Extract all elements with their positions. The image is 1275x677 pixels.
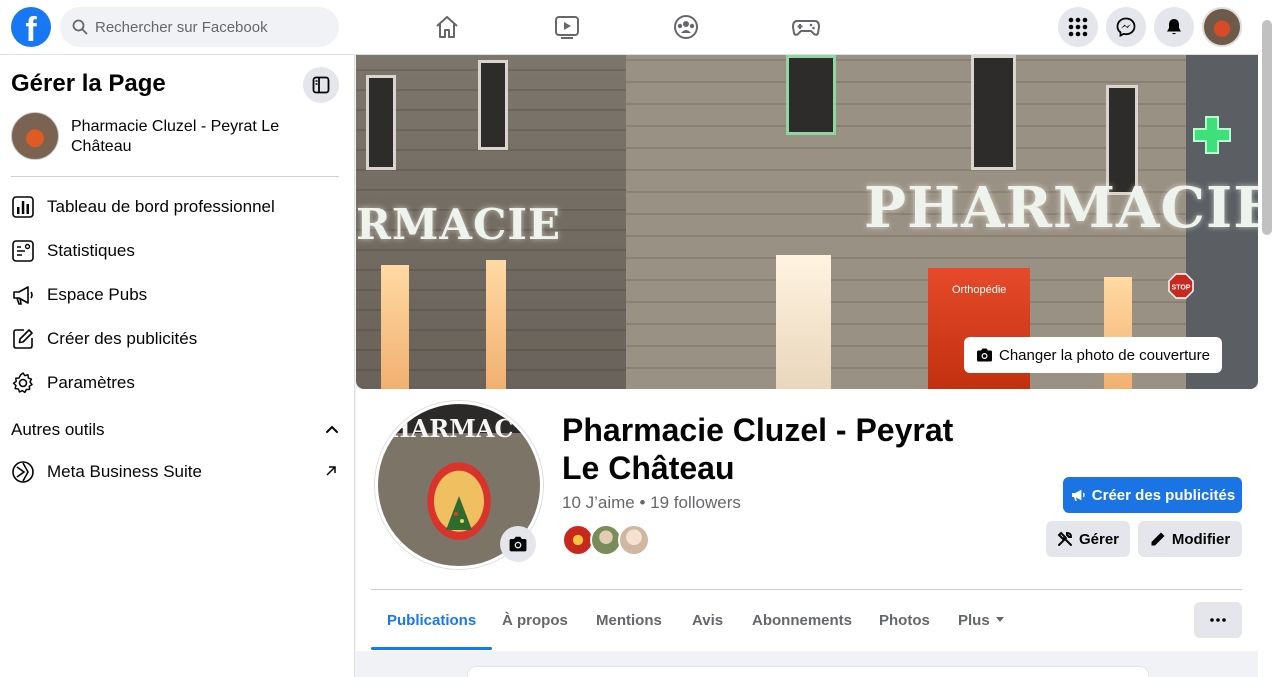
sidebar-item-creer-publicites[interactable]: Créer des publicités [11, 319, 339, 359]
sidebar-item-parametres[interactable]: Paramètres [11, 363, 339, 403]
sidebar-item-meta-business-suite[interactable]: Meta Business Suite [11, 452, 339, 492]
tools-icon [1057, 531, 1073, 547]
page-main: RMACIE PHARMACIE Orthopédie STOP Changer… [356, 55, 1258, 677]
search-icon [72, 19, 88, 35]
cover-window [478, 60, 508, 150]
other-tools-title: Autres outils [11, 420, 105, 439]
edit-label: Modifier [1171, 530, 1231, 548]
stop-sign-text: STOP [1172, 285, 1191, 292]
caret-down-icon [995, 617, 1004, 622]
messenger-icon [1116, 17, 1136, 37]
ellipsis-icon [1210, 618, 1226, 622]
external-link-icon [326, 466, 336, 476]
insights-icon [11, 239, 35, 263]
meta-business-icon [11, 460, 35, 484]
sidebar-item-label: Espace Pubs [47, 285, 148, 304]
gaming-icon[interactable] [791, 12, 821, 42]
likes-count[interactable]: 10 J’aime [562, 493, 635, 512]
update-profile-picture-button[interactable] [500, 526, 536, 562]
more-options-button[interactable] [1194, 602, 1242, 638]
camera-icon [509, 536, 527, 552]
cover-window [971, 55, 1016, 170]
profile-picture-sign: HARMAC [388, 414, 514, 443]
page-stats: 10 J’aime • 19 followers [562, 493, 741, 513]
tab-photos[interactable]: Photos [863, 590, 946, 650]
change-cover-label: Changer la photo de couverture [999, 346, 1210, 364]
pencil-icon [1150, 531, 1166, 547]
sidebar-page-link[interactable]: Pharmacie Cluzel - Peyrat Le Château [11, 111, 339, 161]
cover-shop-window [381, 265, 409, 389]
bell-icon [1167, 19, 1181, 35]
follower-avatars[interactable] [562, 524, 662, 556]
sidebar-title: Gérer la Page [11, 70, 166, 97]
manage-page-sidebar: Gérer la Page Pharmacie Cluzel - Peyrat … [0, 55, 355, 677]
sidebar-item-espace-pubs[interactable]: Espace Pubs [11, 275, 339, 315]
tab-abonnements[interactable]: Abonnements [736, 590, 868, 650]
account-avatar[interactable] [1202, 7, 1242, 47]
cover-window [786, 55, 836, 135]
cover-window [366, 75, 396, 170]
follower-avatar[interactable] [618, 524, 650, 556]
cover-sign-main: PHARMACIE [864, 175, 1258, 241]
cover-sign-left: RMACIE [356, 200, 562, 249]
change-cover-photo-button[interactable]: Changer la photo de couverture [964, 337, 1222, 373]
chevron-up-icon[interactable] [325, 422, 339, 436]
page-tabs: Publications À propos Mentions Avis Abon… [371, 590, 1242, 650]
other-tools-section[interactable]: Autres outils [11, 420, 339, 442]
stop-sign-icon: STOP [1168, 273, 1194, 299]
megaphone-icon [11, 283, 35, 307]
sidebar-page-name: Pharmacie Cluzel - Peyrat Le Château [71, 118, 280, 155]
collapse-sidebar-button[interactable] [303, 67, 339, 103]
edit-icon [11, 327, 35, 351]
menu-grid-button[interactable] [1058, 7, 1098, 47]
create-ads-button[interactable]: Créer des publicités [1063, 477, 1242, 513]
dashboard-icon [11, 195, 35, 219]
sidebar-item-dashboard[interactable]: Tableau de bord professionnel [11, 187, 339, 227]
cover-shop-sign: Orthopédie [952, 284, 1007, 296]
feed-card [468, 667, 1148, 677]
sidebar-item-label: Paramètres [47, 373, 135, 392]
cover-shop-door [776, 255, 831, 389]
manage-label: Gérer [1078, 530, 1120, 548]
watch-video-icon[interactable] [552, 12, 582, 42]
create-ads-label: Créer des publicités [1091, 486, 1236, 504]
stats-separator: • [634, 493, 651, 512]
sidebar-item-statistiques[interactable]: Statistiques [11, 231, 339, 271]
tab-more[interactable]: Plus [942, 590, 1021, 650]
sidebar-toggle-icon [312, 76, 330, 94]
menu-grid-icon [1068, 17, 1088, 37]
scrollbar-thumb[interactable] [1262, 20, 1272, 235]
tab-mentions[interactable]: Mentions [580, 590, 678, 650]
tab-publications[interactable]: Publications [371, 590, 493, 650]
home-icon[interactable] [432, 12, 462, 42]
facebook-logo[interactable]: f [11, 7, 51, 47]
edit-page-button[interactable]: Modifier [1138, 521, 1242, 557]
search-box[interactable] [60, 7, 339, 47]
cover-photo[interactable]: RMACIE PHARMACIE Orthopédie STOP Changer… [356, 55, 1258, 389]
tab-more-label: Plus [958, 611, 990, 629]
notifications-button[interactable] [1154, 7, 1194, 47]
gear-icon [11, 371, 35, 395]
christmas-tree-icon [446, 496, 472, 530]
tab-a-propos[interactable]: À propos [486, 590, 584, 650]
pharmacy-cross-icon [1193, 116, 1231, 154]
page-title: Pharmacie Cluzel - Peyrat Le Château [562, 412, 954, 486]
megaphone-icon [1070, 487, 1086, 503]
cover-shop-window [486, 260, 506, 389]
sidebar-item-label: Meta Business Suite [47, 462, 202, 481]
top-navigation-bar: f [0, 0, 1275, 55]
sidebar-divider [11, 176, 339, 177]
page-avatar-small [11, 112, 59, 160]
camera-icon [976, 347, 993, 363]
groups-icon[interactable] [671, 12, 701, 42]
profile-header: HARMAC Pharmacie Cluzel - Peyrat Le Chât… [356, 389, 1258, 677]
tab-avis[interactable]: Avis [676, 590, 739, 650]
sidebar-item-label: Créer des publicités [47, 329, 198, 348]
manage-button[interactable]: Gérer [1046, 521, 1130, 557]
followers-count[interactable]: 19 followers [650, 493, 741, 512]
messenger-button[interactable] [1106, 7, 1146, 47]
sidebar-item-label: Statistiques [47, 241, 135, 260]
search-input[interactable] [95, 7, 330, 47]
sidebar-item-label: Tableau de bord professionnel [47, 197, 275, 216]
